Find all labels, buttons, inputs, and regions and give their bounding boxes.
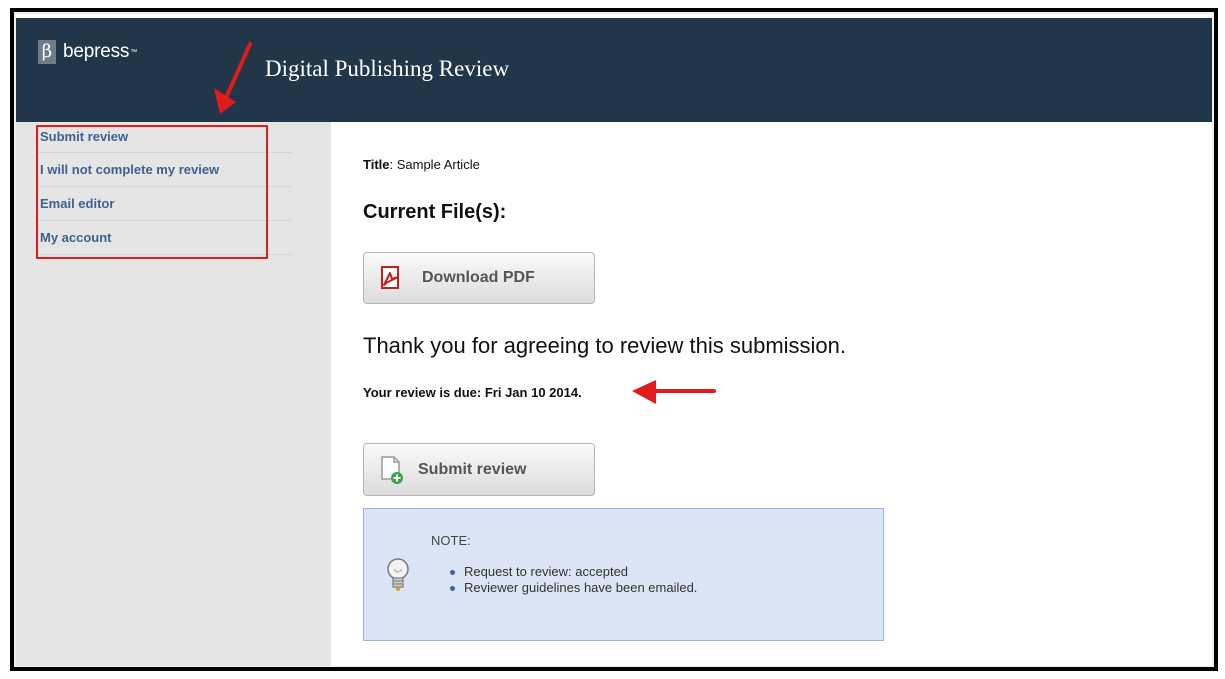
lightbulb-icon xyxy=(386,557,410,600)
document-add-icon xyxy=(378,455,406,485)
site-header xyxy=(16,18,1212,122)
logo-text: bepress xyxy=(63,41,130,62)
sidebar: Submit review I will not complete my rev… xyxy=(16,122,331,666)
submit-review-button[interactable]: Submit review xyxy=(363,443,595,496)
sidebar-nav: Submit review I will not complete my rev… xyxy=(36,122,291,255)
article-title: Title: Sample Article xyxy=(363,157,480,172)
sidebar-item-decline-review[interactable]: I will not complete my review xyxy=(36,153,291,187)
sidebar-item-my-account[interactable]: My account xyxy=(36,221,291,255)
current-files-heading: Current File(s): xyxy=(363,201,507,223)
logo-trademark: ™ xyxy=(130,48,138,56)
pdf-icon xyxy=(378,265,404,291)
title-value: : Sample Article xyxy=(389,157,480,172)
bepress-logo[interactable]: β bepress ™ xyxy=(38,38,137,66)
note-box: NOTE: Request to review: accepted Review… xyxy=(363,508,884,641)
thank-you-message: Thank you for agreeing to review this su… xyxy=(363,333,847,358)
title-label: Title xyxy=(363,157,390,172)
note-label: NOTE: xyxy=(431,533,471,548)
download-pdf-button[interactable]: Download PDF xyxy=(363,252,595,304)
note-list: Request to review: accepted Reviewer gui… xyxy=(449,564,698,596)
sidebar-item-submit-review[interactable]: Submit review xyxy=(36,122,291,153)
review-due-date: Your review is due: Fri Jan 10 2014. xyxy=(363,385,582,400)
logo-mark-icon: β xyxy=(38,40,56,64)
site-title: Digital Publishing Review xyxy=(265,56,510,81)
note-item-guidelines-emailed: Reviewer guidelines have been emailed. xyxy=(449,580,698,595)
submit-review-label: Submit review xyxy=(418,460,527,478)
sidebar-item-email-editor[interactable]: Email editor xyxy=(36,187,291,221)
note-item-request-accepted: Request to review: accepted xyxy=(449,564,697,580)
download-pdf-label: Download PDF xyxy=(422,269,535,286)
